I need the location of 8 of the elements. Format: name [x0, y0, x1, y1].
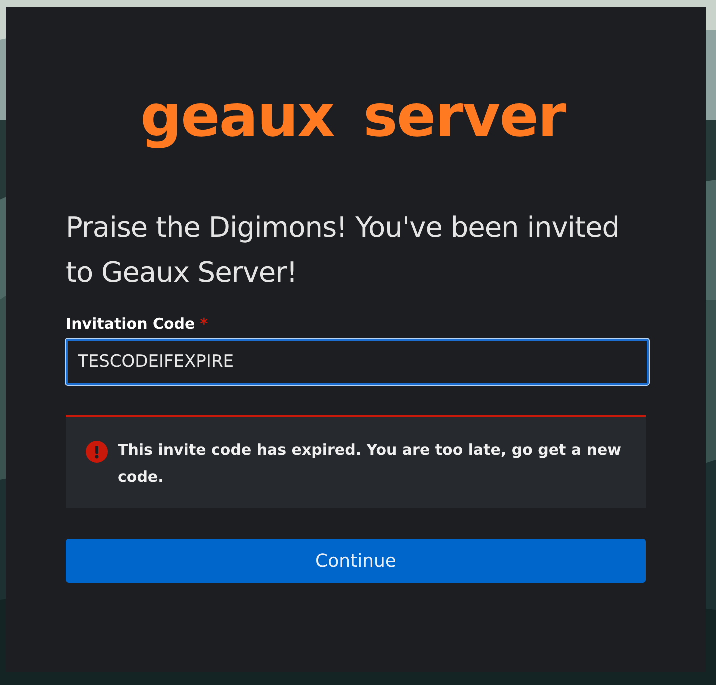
- error-message: This invite code has expired. You are too late, go get a new code.: [118, 440, 623, 488]
- logo-text: geaux server: [140, 81, 566, 151]
- input-field[interactable]: TESCODEIFEXPIRE: [66, 339, 649, 385]
- continue-button[interactable]: Continue: [66, 539, 646, 583]
- required-mark: *: [200, 315, 208, 333]
- field-label: Invitation Code: [66, 315, 196, 333]
- error-icon: [86, 441, 108, 463]
- page-heading: Praise the Digimons! You've been invited to Geaux Server!: [66, 210, 621, 291]
